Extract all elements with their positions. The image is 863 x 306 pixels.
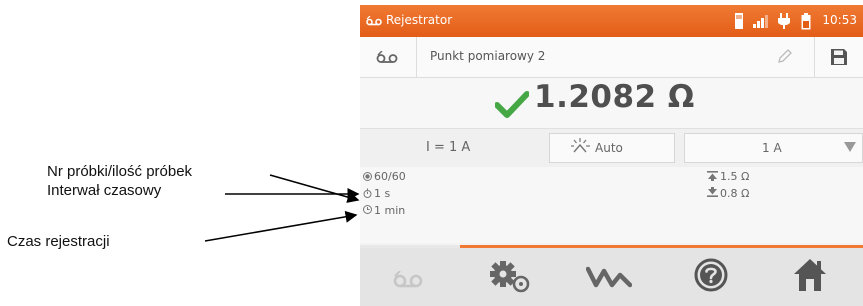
recording-duration: 1 min xyxy=(374,204,406,217)
memory-card-icon xyxy=(735,13,743,29)
arrow-duration xyxy=(204,210,358,242)
measurement-point-name[interactable]: Punkt pomiarowy 2 xyxy=(430,49,545,63)
recorder-button[interactable] xyxy=(360,37,417,77)
home-icon[interactable] xyxy=(792,257,828,293)
auto-mode-button[interactable]: Auto xyxy=(549,133,675,163)
upper-limit-icon xyxy=(707,171,718,181)
save-button[interactable] xyxy=(814,37,863,77)
graph-icon[interactable] xyxy=(586,265,632,289)
settings-row: I = 1 A Auto 1 A xyxy=(360,128,863,168)
recorder-icon xyxy=(376,51,398,63)
test-current: I = 1 A xyxy=(426,140,471,155)
auto-mode-icon xyxy=(571,138,590,153)
measurement-result: 1.2082 Ω xyxy=(534,79,695,115)
result-panel: 1.2082 Ω xyxy=(360,78,863,128)
settings-icon[interactable] xyxy=(488,260,534,294)
recorder-icon xyxy=(366,16,382,26)
clock: 10:53 xyxy=(822,13,857,27)
measurement-point-header: Punkt pomiarowy 2 xyxy=(360,37,863,78)
sample-icon xyxy=(363,172,372,181)
bottom-nav xyxy=(360,245,863,306)
recorder-icon[interactable] xyxy=(392,271,424,288)
device-screen: Rejestrator 10:53 Punkt pomiarowy 2 1.20… xyxy=(360,5,863,306)
status-bar: Rejestrator 10:53 xyxy=(360,5,863,37)
current-range-value: 1 A xyxy=(762,141,782,155)
auto-mode-label: Auto xyxy=(595,141,623,155)
signal-icon xyxy=(753,15,768,28)
battery-icon xyxy=(801,13,811,30)
pencil-icon[interactable] xyxy=(777,48,793,64)
sample-count: 60/60 xyxy=(374,170,406,183)
lower-limit: 0.8 Ω xyxy=(720,187,750,200)
stopwatch-icon xyxy=(363,188,372,198)
upper-limit: 1.5 Ω xyxy=(720,170,750,183)
lower-limit-icon xyxy=(707,187,718,197)
checkmark-icon xyxy=(495,91,529,118)
app-title: Rejestrator xyxy=(386,13,453,27)
clock-icon xyxy=(363,205,372,214)
progress-fill xyxy=(460,245,863,248)
sample-interval: 1 s xyxy=(374,187,391,200)
dropdown-arrow-icon xyxy=(844,142,856,152)
progress-track xyxy=(360,245,460,248)
save-icon xyxy=(831,49,847,65)
current-range-select[interactable]: 1 A xyxy=(684,133,863,163)
help-icon[interactable] xyxy=(694,258,728,292)
arrow-sample-count xyxy=(269,174,360,203)
plug-icon xyxy=(778,13,790,29)
recording-info: 60/60 1 s 1 min 1.5 Ω 0.8 Ω xyxy=(360,167,863,243)
